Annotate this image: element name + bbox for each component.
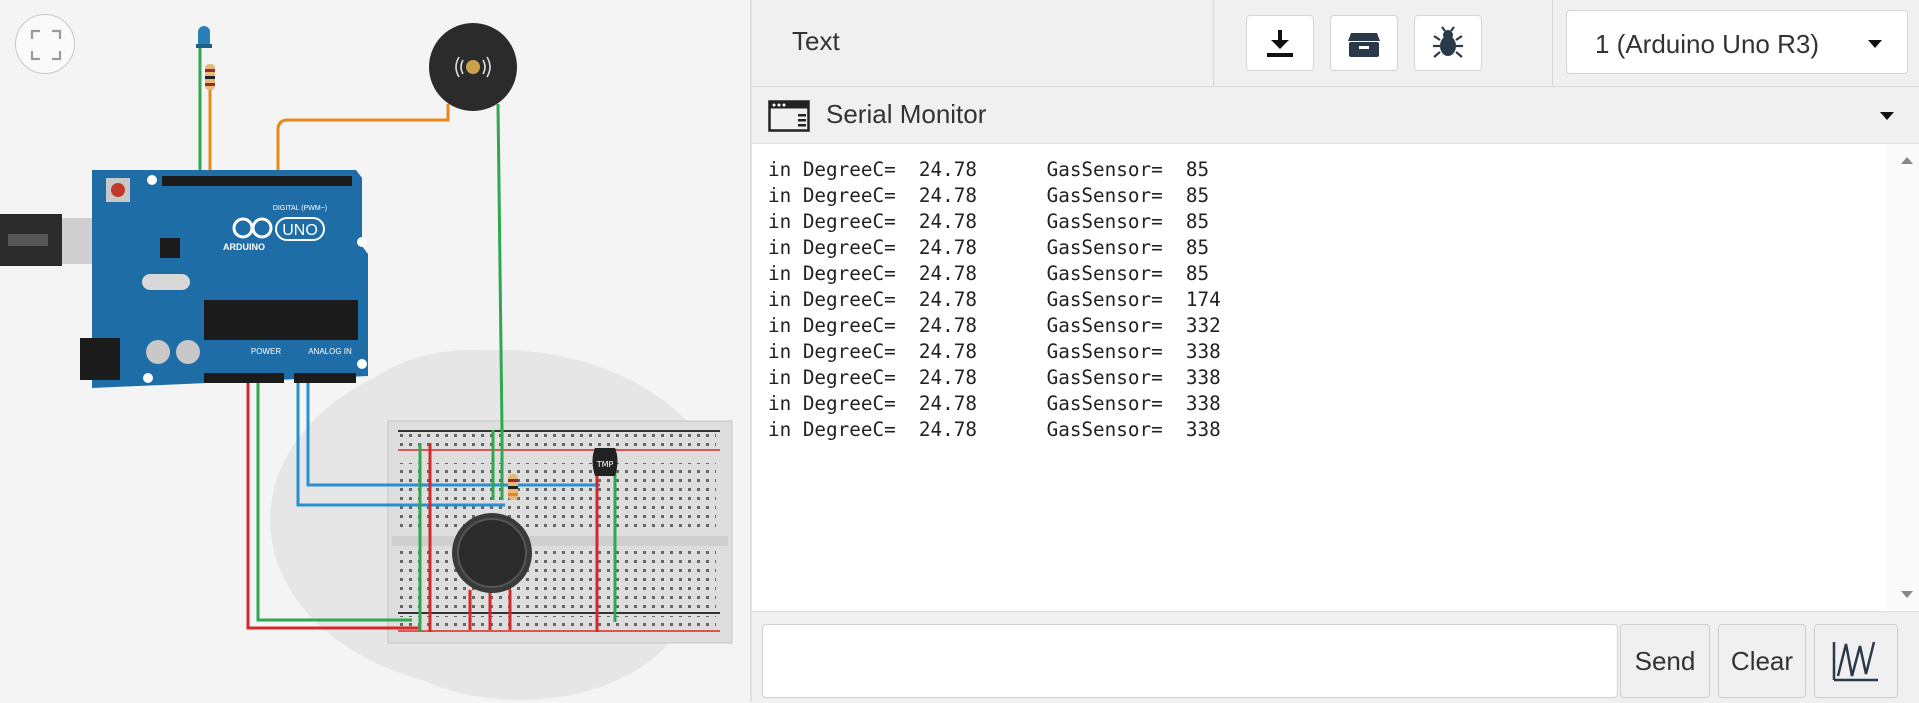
serial-monitor-title: Serial Monitor	[826, 99, 987, 129]
clear-button[interactable]: Clear	[1718, 624, 1806, 698]
serial-line: in DegreeC= 24.78 GasSensor= 338	[768, 418, 1221, 441]
code-toolbar: Text 1 (Arduino Uno R3)	[752, 0, 1919, 87]
board-model-label: UNO	[282, 222, 318, 239]
resistor-led[interactable]	[205, 64, 215, 90]
serial-monitor-window-icon	[768, 100, 810, 132]
board-digital-label: DIGITAL (PWM~)	[273, 205, 327, 212]
download-icon	[1267, 30, 1293, 57]
circuit-canvas[interactable]: TMP UNO ARDUINO DIGITAL (PWM~) POWER ANA…	[0, 0, 750, 702]
serial-line: in DegreeC= 24.78 GasSensor= 85	[768, 210, 1210, 233]
fit-view-button[interactable]	[15, 14, 75, 74]
serial-line: in DegreeC= 24.78 GasSensor= 85	[768, 262, 1210, 285]
led[interactable]	[196, 26, 212, 48]
breadboard-holes	[400, 434, 716, 628]
board-power-label: POWER	[251, 347, 281, 356]
toolbar-separator	[1552, 0, 1553, 86]
resistor-breadboard[interactable]	[508, 474, 518, 500]
serial-line: in DegreeC= 24.78 GasSensor= 338	[768, 340, 1221, 363]
serial-line: in DegreeC= 24.78 GasSensor= 332	[768, 314, 1221, 337]
usb-cable	[0, 214, 98, 266]
graph-waveform-icon	[1832, 641, 1878, 682]
code-panel: Text 1 (Arduino Uno R3) Serial Monitor i…	[752, 0, 1919, 703]
scroll-up-icon[interactable]	[1900, 155, 1914, 165]
scroll-down-icon[interactable]	[1900, 590, 1914, 600]
board-analog-label: ANALOG IN	[308, 347, 352, 356]
code-mode-select[interactable]: Text	[792, 26, 840, 57]
graph-button[interactable]	[1814, 624, 1898, 698]
fullscreen-icon	[30, 29, 62, 61]
send-button[interactable]: Send	[1620, 624, 1710, 698]
serial-monitor-header[interactable]: Serial Monitor	[752, 87, 1919, 144]
circuit-diagram: TMP UNO ARDUINO DIGITAL (PWM~) POWER ANA…	[0, 23, 733, 700]
serial-input[interactable]	[762, 624, 1618, 698]
serial-line: in DegreeC= 24.78 GasSensor= 85	[768, 184, 1210, 207]
sensor-label: TMP	[596, 460, 614, 469]
temperature-sensor[interactable]: TMP	[592, 448, 618, 476]
serial-scrollbar[interactable]	[1887, 144, 1919, 610]
chevron-down-icon	[1868, 40, 1882, 48]
bug-icon	[1433, 26, 1463, 58]
device-select[interactable]: 1 (Arduino Uno R3)	[1566, 10, 1908, 74]
serial-line: in DegreeC= 24.78 GasSensor= 85	[768, 158, 1210, 181]
serial-line: in DegreeC= 24.78 GasSensor= 338	[768, 392, 1221, 415]
library-box-icon	[1348, 33, 1380, 57]
serial-line: in DegreeC= 24.78 GasSensor= 85	[768, 236, 1210, 259]
board-brand-label: ARDUINO	[223, 242, 265, 252]
arduino-board[interactable]: UNO ARDUINO DIGITAL (PWM~) POWER ANALOG …	[80, 170, 368, 388]
wire-buzzer-orange	[276, 104, 450, 180]
debugger-button[interactable]	[1414, 15, 1482, 71]
breadboard[interactable]	[387, 420, 733, 644]
serial-line: in DegreeC= 24.78 GasSensor= 338	[768, 366, 1221, 389]
download-button[interactable]	[1246, 15, 1314, 71]
gas-sensor[interactable]	[452, 513, 532, 593]
toolbar-separator	[1213, 0, 1214, 86]
device-select-label: 1 (Arduino Uno R3)	[1595, 29, 1819, 59]
serial-line: in DegreeC= 24.78 GasSensor= 174	[768, 288, 1221, 311]
piezo-buzzer[interactable]	[429, 23, 517, 111]
components-library-button[interactable]	[1330, 15, 1398, 71]
collapse-chevron-icon[interactable]	[1879, 111, 1895, 121]
serial-output[interactable]: in DegreeC= 24.78 GasSensor= 85 in Degre…	[752, 144, 1887, 610]
serial-input-bar: Send Clear	[752, 611, 1919, 703]
